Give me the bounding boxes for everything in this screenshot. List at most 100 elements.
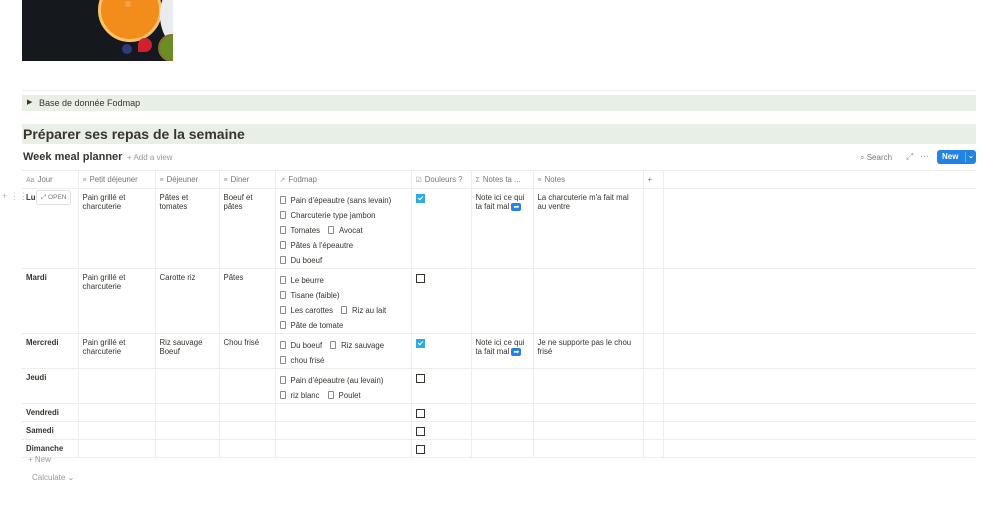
cell-dejeuner[interactable] — [155, 439, 220, 458]
row-add-drag-icon[interactable]: + ⋮⋮ — [2, 191, 28, 202]
column-header[interactable]: ↗ Fodmap — [275, 170, 412, 189]
cell-diner[interactable] — [219, 403, 276, 422]
cell-empty[interactable] — [643, 368, 664, 404]
cell-fodmap[interactable] — [275, 421, 412, 440]
table-row[interactable]: Lu Pain grillé et charcuterie Pâtes et tom… — [22, 188, 976, 269]
cell-douleurs[interactable] — [411, 188, 472, 269]
cell-diner[interactable]: Chou frisé — [219, 333, 276, 369]
cell-notes[interactable]: La charcuterie m'a fait mal au ventre — [533, 188, 644, 269]
cell-douleurs[interactable] — [411, 403, 472, 422]
fodmap-page-link[interactable]: Charcuterie type jambon — [279, 208, 375, 223]
douleurs-checkbox[interactable] — [415, 274, 425, 283]
cell-filler[interactable] — [663, 403, 976, 422]
cell-petit-dejeuner[interactable]: Pain grillé et charcuterie — [78, 333, 156, 369]
cell-fodmap[interactable] — [275, 403, 412, 422]
fodmap-page-link[interactable]: Riz au lait — [340, 303, 386, 318]
cell-notes[interactable] — [533, 268, 644, 334]
table-row[interactable]: Jeudi Pain d'épeautre (au levain) riz blan… — [22, 368, 976, 404]
douleurs-checkbox[interactable] — [415, 445, 425, 454]
cell-empty[interactable] — [643, 268, 664, 334]
cell-notes-ta[interactable] — [471, 421, 534, 440]
fodmap-page-link[interactable]: Tomates — [279, 223, 320, 238]
fodmap-page-link[interactable]: riz blanc — [279, 388, 320, 403]
cell-filler[interactable] — [663, 439, 976, 458]
fodmap-page-link[interactable]: Du boeuf — [279, 253, 322, 268]
search-button[interactable]: ⌕ Search — [860, 153, 892, 163]
cell-petit-dejeuner[interactable] — [78, 439, 156, 458]
cell-notes[interactable] — [533, 368, 644, 404]
cell-petit-dejeuner[interactable] — [78, 421, 156, 440]
column-header[interactable]: ≡ Petit déjeuner — [78, 170, 156, 189]
column-header[interactable]: Aa Jour — [22, 170, 79, 189]
cell-jour[interactable]: Samedi — [22, 421, 79, 440]
cell-dejeuner[interactable] — [155, 421, 220, 440]
cell-dejeuner[interactable]: Riz sauvage Boeuf — [155, 333, 220, 369]
chevron-down-icon[interactable]: ⌄ — [968, 150, 974, 164]
fodmap-page-link[interactable]: Pâte de tomate — [279, 318, 343, 333]
table-row[interactable]: Samedi — [22, 421, 976, 440]
column-header[interactable]: ☑ Douleurs ? — [411, 170, 472, 189]
cell-diner[interactable] — [219, 421, 276, 440]
cell-petit-dejeuner[interactable] — [78, 403, 156, 422]
cell-fodmap[interactable]: Pain d'épeautre (au levain) riz blanc Poul… — [275, 368, 412, 404]
cell-jour[interactable]: Jeudi — [22, 368, 79, 404]
cell-empty[interactable] — [643, 439, 664, 458]
column-header[interactable]: ≡ Diner — [219, 170, 276, 189]
cell-empty[interactable] — [643, 421, 664, 440]
cell-jour[interactable]: Mardi — [22, 268, 79, 334]
fodmap-page-link[interactable]: Du boeuf — [279, 338, 322, 353]
table-row[interactable]: Mercredi Pain grillé et charcuterie Riz sa… — [22, 333, 976, 369]
fodmap-page-link[interactable]: Poulet — [327, 388, 361, 403]
table-row[interactable]: Dimanche — [22, 439, 976, 458]
cell-notes[interactable] — [533, 403, 644, 422]
cell-fodmap[interactable]: Du boeuf Riz sauvage chou frisé — [275, 333, 412, 369]
cell-fodmap[interactable]: Pain d'épeautre (sans levain) Charcuterie… — [275, 188, 412, 269]
cell-diner[interactable] — [219, 368, 276, 404]
cell-diner[interactable]: Boeuf et pâtes — [219, 188, 276, 269]
toggle-block[interactable]: ▶ Base de donnée Fodmap — [22, 95, 976, 111]
cell-douleurs[interactable] — [411, 368, 472, 404]
douleurs-checkbox[interactable] — [415, 427, 425, 436]
cell-notes-ta[interactable] — [471, 268, 534, 334]
cell-notes[interactable] — [533, 439, 644, 458]
cell-fodmap[interactable] — [275, 439, 412, 458]
cell-notes[interactable] — [533, 421, 644, 440]
fodmap-page-link[interactable]: Pain d'épeautre (sans levain) — [279, 193, 391, 208]
douleurs-checkbox[interactable] — [415, 339, 425, 348]
cell-notes-ta[interactable] — [471, 368, 534, 404]
table-row[interactable]: Mardi Pain grillé et charcuterie Carotte r… — [22, 268, 976, 334]
fodmap-page-link[interactable]: Les carottes — [279, 303, 333, 318]
table-row[interactable]: Vendredi — [22, 403, 976, 422]
cell-douleurs[interactable] — [411, 268, 472, 334]
open-row-button[interactable]: ⤢ OPEN — [36, 190, 72, 205]
more-icon[interactable]: ··· — [920, 151, 929, 161]
column-header[interactable]: ≡ Notes — [533, 170, 644, 189]
new-button[interactable]: New ⌄ — [937, 150, 976, 164]
cell-filler[interactable] — [663, 421, 976, 440]
calculate-button[interactable]: Calculate ⌄ — [32, 473, 74, 482]
cell-filler[interactable] — [663, 188, 976, 269]
add-column-button[interactable]: + — [643, 170, 664, 189]
cell-notes-ta[interactable]: Note ici ce qui ta fait mal ➡ — [471, 188, 534, 269]
triangle-right-icon[interactable]: ▶ — [27, 95, 32, 111]
douleurs-checkbox[interactable] — [415, 374, 425, 383]
cell-douleurs[interactable] — [411, 333, 472, 369]
cell-dejeuner[interactable] — [155, 368, 220, 404]
fodmap-page-link[interactable]: Avocat — [327, 223, 363, 238]
expand-icon[interactable]: ⤢ — [906, 151, 913, 162]
cell-jour[interactable]: Vendredi — [22, 403, 79, 422]
cell-empty[interactable] — [643, 333, 664, 369]
cell-empty[interactable] — [643, 403, 664, 422]
new-row-button[interactable]: + New — [28, 455, 51, 464]
cell-diner[interactable]: Pâtes — [219, 268, 276, 334]
add-view-button[interactable]: + Add a view — [127, 153, 173, 162]
fodmap-page-link[interactable]: Tisane (faible) — [279, 288, 340, 303]
cell-petit-dejeuner[interactable] — [78, 368, 156, 404]
cell-fodmap[interactable]: Le beurre Tisane (faible) Les carottes Riz … — [275, 268, 412, 334]
cell-dejeuner[interactable] — [155, 403, 220, 422]
column-header[interactable]: ≡ Déjeuner — [155, 170, 220, 189]
fodmap-page-link[interactable]: chou frisé — [279, 353, 324, 368]
cell-notes[interactable]: Je ne supporte pas le chou frisé — [533, 333, 644, 369]
cell-filler[interactable] — [663, 368, 976, 404]
cell-diner[interactable] — [219, 439, 276, 458]
